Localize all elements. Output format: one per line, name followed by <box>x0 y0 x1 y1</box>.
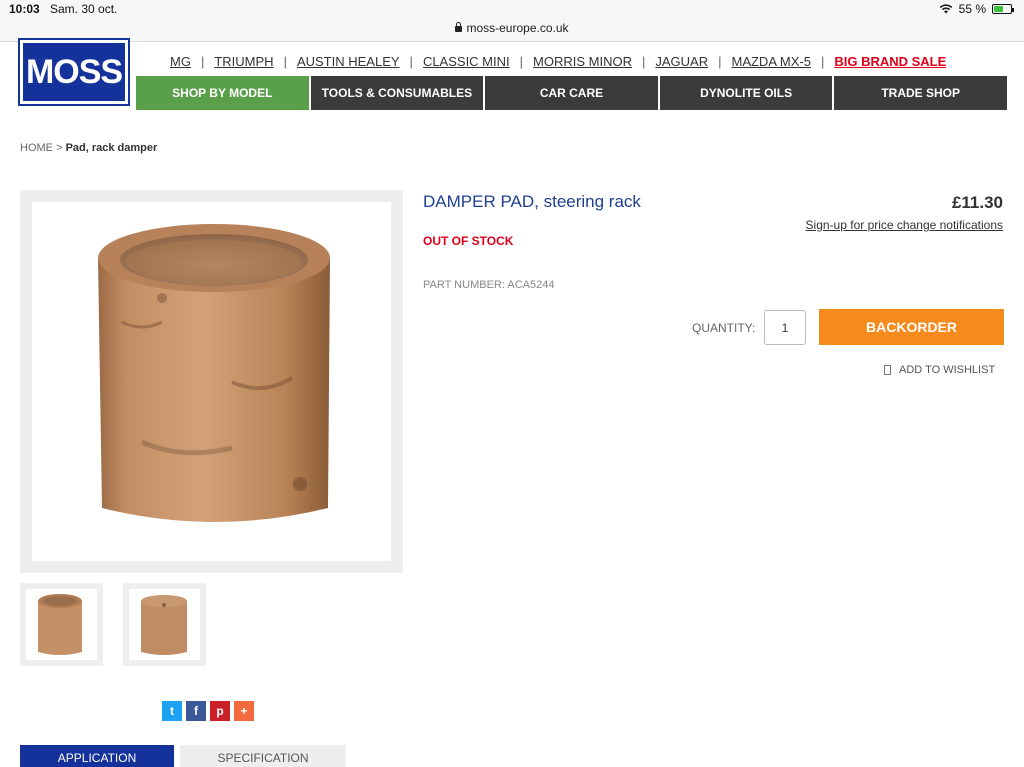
product-thumbnail[interactable] <box>20 583 103 666</box>
breadcrumb: HOME > Pad, rack damper <box>20 142 157 154</box>
top-brand-links: MG | TRIUMPH | AUSTIN HEALEY | CLASSIC M… <box>160 54 956 69</box>
logo-text: MOSS <box>25 52 123 91</box>
link-morris-minor[interactable]: MORRIS MINOR <box>523 54 642 69</box>
product-image-frame <box>32 202 391 561</box>
main-nav: SHOP BY MODEL TOOLS & CONSUMABLES CAR CA… <box>136 76 1007 110</box>
lock-icon <box>455 22 463 32</box>
bushing-thumbnail-image <box>141 595 187 655</box>
tab-specification[interactable]: SPECIFICATION <box>180 745 346 767</box>
battery-icon <box>992 4 1014 14</box>
facebook-icon[interactable]: f <box>186 701 206 721</box>
nav-shop-by-model[interactable]: SHOP BY MODEL <box>136 76 311 110</box>
backorder-button[interactable]: BACKORDER <box>819 309 1004 345</box>
product-thumbnail[interactable] <box>123 583 206 666</box>
part-number: PART NUMBER: ACA5244 <box>423 279 555 291</box>
nav-tools-consumables[interactable]: TOOLS & CONSUMABLES <box>310 76 486 110</box>
link-classic-mini[interactable]: CLASSIC MINI <box>413 54 520 69</box>
bronze-bushing-image <box>98 224 330 522</box>
product-price: £11.30 <box>951 193 1003 212</box>
nav-car-care[interactable]: CAR CARE <box>485 76 660 110</box>
thumbnail-frame <box>26 589 97 660</box>
link-mazda-mx5[interactable]: MAZDA MX-5 <box>721 54 820 69</box>
link-triumph[interactable]: TRIUMPH <box>204 54 283 69</box>
moss-logo[interactable]: MOSS <box>18 38 130 106</box>
wishlist-label: ADD TO WISHLIST <box>899 364 996 376</box>
breadcrumb-separator: > <box>56 142 63 154</box>
address-bar[interactable]: moss-europe.co.uk <box>0 20 1024 42</box>
battery-percent: 55 % <box>958 2 986 16</box>
share-more-icon[interactable]: + <box>234 701 254 721</box>
stock-status: OUT OF STOCK <box>423 234 514 248</box>
pinterest-icon[interactable]: p <box>210 701 230 721</box>
twitter-icon[interactable]: t <box>162 701 182 721</box>
social-share-buttons: t f p + <box>162 701 254 721</box>
url-text: moss-europe.co.uk <box>466 21 569 35</box>
status-time: 10:03 <box>9 2 40 16</box>
page-root: 10:03 Sam. 30 oct. 55 % moss-europe.co.u… <box>0 0 1024 767</box>
link-austin-healey[interactable]: AUSTIN HEALEY <box>287 54 410 69</box>
quantity-input[interactable] <box>764 310 806 345</box>
product-main-image[interactable] <box>20 190 403 573</box>
tab-application[interactable]: APPLICATION <box>20 745 174 767</box>
status-right: 55 % <box>939 2 1014 16</box>
breadcrumb-home[interactable]: HOME <box>20 142 53 154</box>
status-date: Sam. 30 oct. <box>50 2 118 16</box>
thumbnail-frame <box>129 589 200 660</box>
add-to-wishlist-link[interactable]: ADD TO WISHLIST <box>884 364 995 376</box>
wifi-icon <box>939 4 952 14</box>
nav-dynolite-oils[interactable]: DYNOLITE OILS <box>659 76 835 110</box>
product-title: DAMPER PAD, steering rack <box>423 192 641 211</box>
wishlist-icon <box>884 365 891 375</box>
price-notification-signup-link[interactable]: Sign-up for price change notifications <box>806 218 1003 232</box>
breadcrumb-current: Pad, rack damper <box>65 142 158 154</box>
battery-fill <box>994 6 1003 12</box>
bushing-thumbnail-image <box>38 594 82 655</box>
link-jaguar[interactable]: JAGUAR <box>645 54 718 69</box>
nav-trade-shop[interactable]: TRADE SHOP <box>834 76 1007 110</box>
quantity-label: QUANTITY: <box>692 321 756 335</box>
link-big-brand-sale[interactable]: BIG BRAND SALE <box>824 54 956 69</box>
link-mg[interactable]: MG <box>160 54 201 69</box>
ios-status-bar: 10:03 Sam. 30 oct. 55 % <box>0 0 1024 20</box>
